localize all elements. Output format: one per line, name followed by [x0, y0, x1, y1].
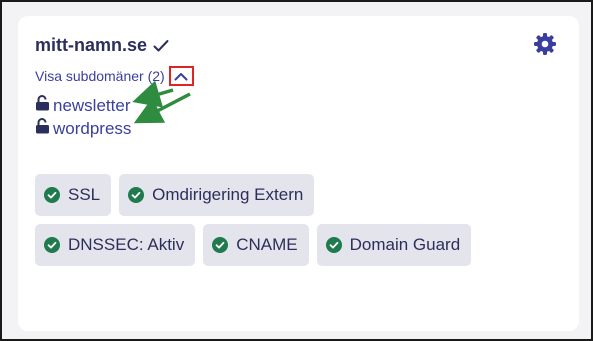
status-badge-domain-guard: Domain Guard — [316, 224, 472, 266]
badge-label: CNAME — [236, 235, 298, 254]
domain-card: mitt-namn.se Visa subdomäner (2) newslet… — [18, 16, 579, 331]
show-subdomains-toggle[interactable]: Visa subdomäner (2) — [35, 66, 194, 86]
annotation-arrow — [132, 80, 174, 108]
badge-label: SSL — [68, 185, 101, 204]
status-badges: SSL Omdirigering Extern DNSSEC: Aktiv CN… — [35, 174, 475, 266]
domain-header: mitt-namn.se — [35, 35, 169, 56]
annotation-arrow — [133, 92, 191, 124]
show-subdomains-label: Visa subdomäner (2) — [35, 68, 165, 84]
badge-label: Domain Guard — [349, 235, 461, 254]
subdomain-item-newsletter[interactable]: newsletter — [35, 94, 131, 117]
subdomain-link[interactable]: newsletter — [53, 96, 130, 116]
subdomain-item-wordpress[interactable]: wordpress — [35, 117, 131, 140]
check-icon — [153, 39, 169, 53]
status-badge-redirect: Omdirigering Extern — [119, 174, 315, 216]
lock-open-icon — [35, 95, 50, 116]
badge-label: DNSSEC: Aktiv — [68, 235, 185, 254]
check-circle-icon — [44, 187, 60, 203]
check-circle-icon — [325, 237, 342, 253]
status-badge-dnssec: DNSSEC: Aktiv — [35, 224, 196, 266]
screenshot-frame: mitt-namn.se Visa subdomäner (2) newslet… — [0, 0, 593, 341]
badge-label: Omdirigering Extern — [152, 185, 304, 204]
settings-gear-icon[interactable] — [533, 32, 557, 56]
chevron-up-icon[interactable] — [168, 66, 194, 86]
domain-name: mitt-namn.se — [35, 35, 148, 55]
check-circle-icon — [128, 187, 145, 203]
check-circle-icon — [212, 237, 229, 253]
check-circle-icon — [44, 237, 60, 253]
status-badge-cname: CNAME — [203, 224, 309, 266]
subdomain-link[interactable]: wordpress — [53, 119, 131, 139]
status-badge-ssl: SSL — [35, 174, 112, 216]
lock-open-icon — [35, 118, 50, 139]
subdomain-list: newsletter wordpress — [35, 94, 131, 140]
